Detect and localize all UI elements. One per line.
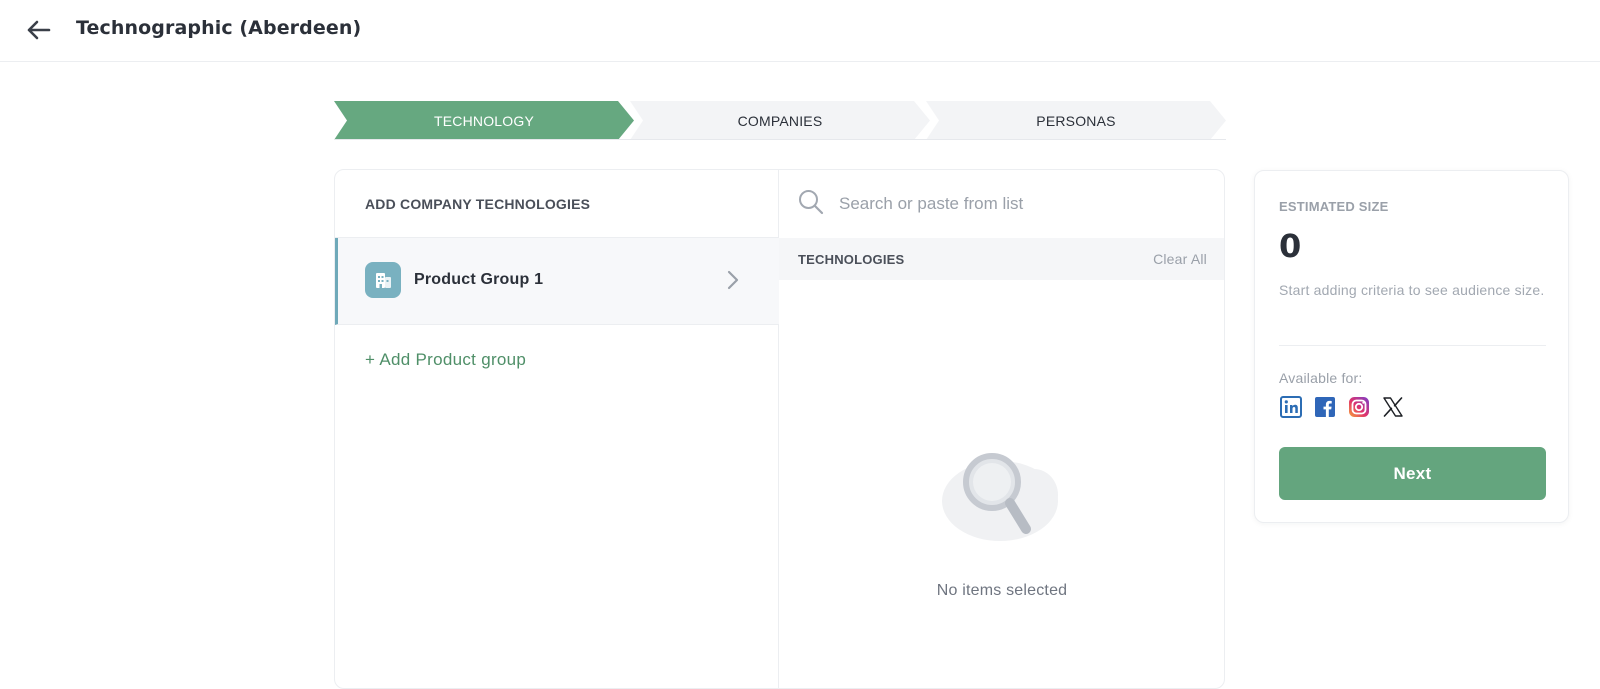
building-icon (365, 262, 401, 298)
back-button[interactable] (22, 16, 54, 44)
empty-state-text: No items selected (936, 582, 1068, 599)
estimated-size-hint: Start adding criteria to see audience si… (1279, 282, 1545, 298)
magnifier-illustration-icon (942, 453, 1058, 541)
x-icon (1381, 395, 1405, 419)
step-label: COMPANIES (737, 112, 823, 129)
page-title: Technographic (Aberdeen) (76, 17, 362, 39)
stepper: TECHNOLOGY COMPANIES PERSONAS (334, 101, 1226, 140)
divider (1279, 345, 1546, 346)
technologies-title: TECHNOLOGIES (798, 252, 905, 267)
top-bar: Technographic (Aberdeen) (0, 0, 1600, 62)
clear-all-button[interactable]: Clear All (1153, 251, 1207, 267)
chevron-right-icon (727, 270, 739, 290)
estimated-size-card: ESTIMATED SIZE 0 Start adding criteria t… (1254, 170, 1569, 523)
arrow-left-icon (27, 20, 51, 40)
technologies-panel: TECHNOLOGIES Clear All No items selected (779, 170, 1224, 688)
available-for-label: Available for: (1279, 370, 1363, 386)
product-group-label: Product Group 1 (414, 271, 544, 288)
next-button[interactable]: Next (1279, 447, 1546, 500)
technology-panel: ADD COMPANY TECHNOLOGIES Product Group 1 (334, 169, 1225, 689)
search-icon (799, 190, 824, 215)
panel-header: ADD COMPANY TECHNOLOGIES (335, 170, 779, 238)
add-product-group-link[interactable]: + Add Product group (365, 350, 526, 370)
estimated-size-label: ESTIMATED SIZE (1279, 199, 1389, 214)
stepper-underline (334, 139, 1226, 140)
linkedin-icon (1279, 395, 1303, 419)
estimated-size-value: 0 (1279, 227, 1302, 265)
step-label: TECHNOLOGY (433, 112, 534, 129)
step-technology[interactable]: TECHNOLOGY (334, 101, 634, 140)
step-label: PERSONAS (1036, 112, 1116, 129)
panel-title: ADD COMPANY TECHNOLOGIES (365, 196, 591, 212)
step-companies[interactable]: COMPANIES (630, 101, 930, 140)
product-groups-panel: ADD COMPANY TECHNOLOGIES Product Group 1 (335, 170, 779, 688)
search-bar (779, 170, 1224, 238)
instagram-icon (1347, 395, 1371, 419)
product-group-item[interactable]: Product Group 1 (335, 238, 779, 325)
search-input[interactable] (839, 190, 1209, 218)
platform-list (1279, 395, 1405, 419)
technologies-header: TECHNOLOGIES Clear All (779, 238, 1224, 280)
facebook-icon (1313, 395, 1337, 419)
step-personas[interactable]: PERSONAS (926, 101, 1226, 140)
